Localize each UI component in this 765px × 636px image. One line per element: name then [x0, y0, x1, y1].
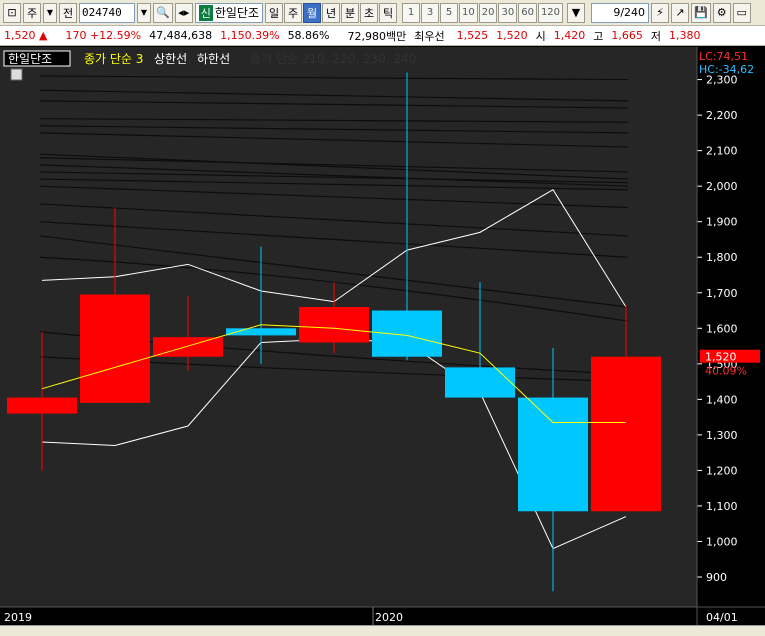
- y-tick-label: 1,300: [706, 429, 738, 442]
- indicator-icon[interactable]: ⚡: [651, 2, 670, 23]
- interval-tab-60[interactable]: 60: [518, 2, 537, 23]
- price-tag-percent: 40.09%: [705, 365, 747, 378]
- period-tab-4[interactable]: 분: [341, 2, 359, 23]
- bid-price: 1,520: [496, 29, 528, 42]
- code-dropdown-icon[interactable]: ▼: [137, 2, 151, 23]
- x-label-date: 04/01: [706, 611, 738, 624]
- y-tick-label: 2,100: [706, 145, 738, 158]
- y-tick-label: 1,900: [706, 216, 738, 229]
- stock-name: 한일단조: [214, 6, 259, 20]
- grid-icon[interactable]: [10, 68, 23, 81]
- volume-ratio-2: 58.86%: [287, 29, 330, 42]
- y-tick-label: 1,400: [706, 393, 738, 406]
- interval-tab-30[interactable]: 30: [498, 2, 518, 23]
- interval-tabs: 1 3 5 10 20 30 60 120: [402, 2, 564, 23]
- interval-tab-20[interactable]: 20: [478, 2, 498, 23]
- x-label-2019: 2019: [4, 611, 32, 624]
- legend-ma: 종가 단순 3: [84, 52, 143, 66]
- candle-body[interactable]: [153, 337, 223, 357]
- legend-upper: 상한선: [154, 52, 187, 66]
- high-label: 고: [593, 29, 604, 43]
- x-label-2020: 2020: [375, 611, 403, 624]
- prev-button[interactable]: 전: [59, 2, 77, 23]
- stock-name-box[interactable]: 신 한일단조: [194, 2, 263, 23]
- open-price: 1,420: [553, 29, 586, 42]
- main-toolbar: ⊡ 주 ▼ 전 024740 ▼ 🔍 ◂▸ 신 한일단조 일주월년분초틱 135…: [0, 0, 765, 26]
- high-price: 1,665: [611, 29, 643, 42]
- interval-tab-3[interactable]: 3: [421, 2, 439, 23]
- low-label: 저: [650, 29, 661, 43]
- interval-tab-1[interactable]: 1: [402, 2, 420, 23]
- candle-body[interactable]: [518, 397, 588, 512]
- scroll-bar[interactable]: [0, 625, 765, 636]
- legend-lower: 하한선: [197, 52, 230, 66]
- period-tab-5[interactable]: 초: [360, 2, 378, 23]
- window-close-icon[interactable]: ▭: [732, 2, 751, 23]
- interval-tab-120[interactable]: 120: [537, 2, 564, 23]
- lc-label: LC:74,51: [699, 50, 748, 63]
- period-tab-0[interactable]: 일: [265, 2, 283, 23]
- legend-ma-long: 종가 단순 210, 220, 230, 240: [250, 52, 416, 66]
- low-price: 1,380: [669, 29, 701, 42]
- period-tab-1[interactable]: 주: [284, 2, 302, 23]
- volume-ratio-1: 1,150.39%: [220, 29, 280, 42]
- y-tick-label: 900: [706, 571, 727, 584]
- candle-body[interactable]: [80, 294, 150, 403]
- candle-body[interactable]: [591, 356, 661, 512]
- period-type-dropdown-icon[interactable]: ▼: [43, 2, 57, 23]
- candle-body[interactable]: [445, 367, 515, 398]
- credit-badge: 신: [198, 4, 213, 21]
- period-tab-3[interactable]: 년: [322, 2, 340, 23]
- candle-body[interactable]: [299, 306, 369, 343]
- chart-svg[interactable]: 9001,0001,1001,2001,3001,4001,5001,6001,…: [0, 47, 765, 625]
- period-tab-6[interactable]: 틱: [379, 2, 397, 23]
- y-tick-label: 1,200: [706, 464, 738, 477]
- search-icon[interactable]: 🔍: [153, 2, 173, 23]
- gear-icon[interactable]: ⚙: [712, 2, 731, 23]
- save-icon[interactable]: 💾: [691, 2, 711, 23]
- y-tick-label: 1,000: [706, 535, 738, 548]
- y-tick-label: 2,200: [706, 109, 738, 122]
- y-tick-label: 1,100: [706, 500, 738, 513]
- current-price: 1,520 ▲: [4, 29, 48, 42]
- y-tick-label: 1,700: [706, 287, 738, 300]
- y-tick-label: 1,600: [706, 322, 738, 335]
- interval-tab-10[interactable]: 10: [459, 2, 478, 23]
- best-quote-label: 최우선: [414, 29, 445, 43]
- candle-body[interactable]: [372, 310, 442, 357]
- price-tag-value: 1,520: [705, 351, 737, 364]
- period-tab-2[interactable]: 월: [303, 2, 321, 23]
- volume: 47,484,638: [149, 29, 213, 42]
- candle-body[interactable]: [7, 397, 77, 414]
- draw-tool-icon[interactable]: ↗: [671, 2, 690, 23]
- period-type-button[interactable]: 주: [23, 2, 41, 23]
- sound-icon[interactable]: ◂▸: [174, 2, 193, 23]
- legend-stock: 한일단조: [8, 52, 52, 66]
- stock-code-input[interactable]: 024740: [79, 2, 135, 23]
- y-tick-label: 1,800: [706, 251, 738, 264]
- trade-amount: 72,980백만: [347, 29, 407, 43]
- y-tick-label: 2,000: [706, 180, 738, 193]
- ask-price: 1,525: [456, 29, 489, 42]
- quote-info-bar: 1,520 ▲ 170 +12.59% 47,484,638 1,150.39%…: [0, 26, 765, 46]
- period-tabs: 일주월년분초틱: [265, 2, 397, 23]
- page-counter[interactable]: 9/240: [591, 2, 650, 23]
- interval-tab-5[interactable]: 5: [440, 2, 458, 23]
- open-label: 시: [535, 29, 546, 43]
- window-icon[interactable]: ⊡: [3, 2, 21, 23]
- interval-dropdown-icon[interactable]: ▼: [567, 2, 586, 23]
- price-change: 170 +12.59%: [65, 29, 142, 42]
- hc-label: HC:-34,62: [699, 63, 754, 76]
- price-chart[interactable]: 900 1,000 1,100 1,200 1,300 1,400 1,500 1,600 1,…: [0, 47, 765, 625]
